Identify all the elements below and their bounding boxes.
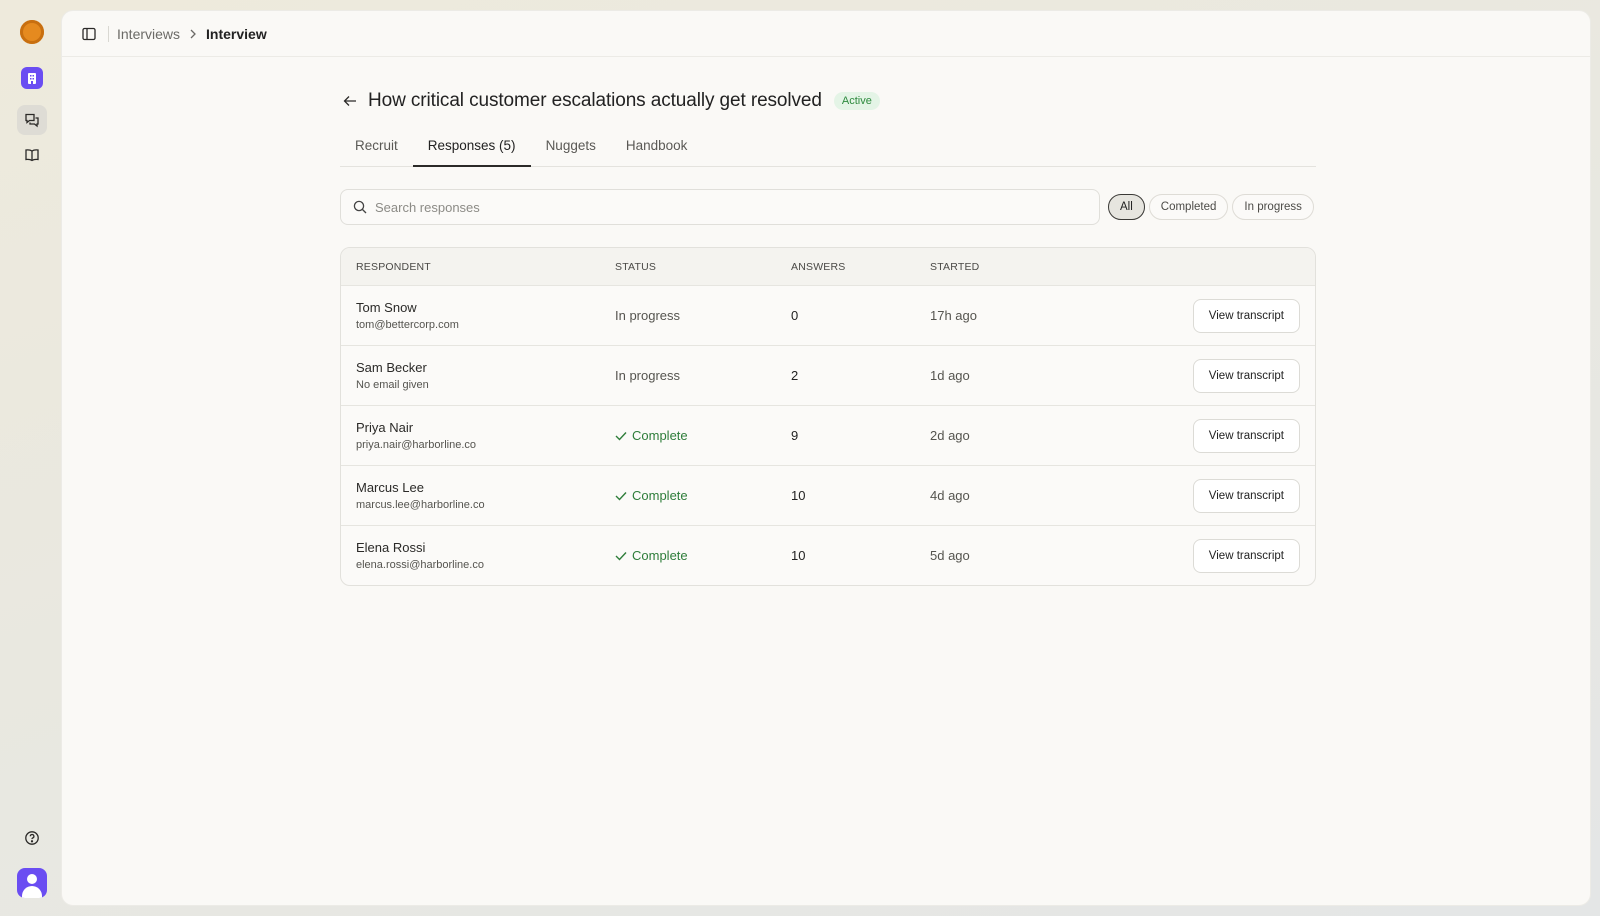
view-transcript-button[interactable]: View transcript [1192,418,1300,453]
column-answers: ANSWERS [791,260,846,273]
page-title: How critical customer escalations actual… [368,90,822,111]
table-header: RESPONDENT STATUS ANSWERS STARTED [341,248,1315,286]
tab-handbook[interactable]: Handbook [611,133,703,167]
started-time: 1d ago [930,367,970,383]
handbook-icon[interactable] [17,140,47,170]
started-time: 2d ago [930,427,970,443]
top-bar: Interviews Interview [62,11,1590,57]
app-rail [0,0,62,916]
answers-count: 2 [791,367,799,383]
column-started: STARTED [930,260,980,273]
respondent-name: Priya Nair [356,420,414,435]
view-transcript-button[interactable]: View transcript [1192,298,1300,333]
interview-content: How critical customer escalations actual… [340,57,1316,586]
breadcrumb-current: Interview [206,25,267,42]
respondent-email: marcus.lee@harborline.co [356,499,485,511]
table-row: Tom Snow tom@bettercorp.com In progress … [341,286,1315,346]
responses-table: RESPONDENT STATUS ANSWERS STARTED Tom Sn… [340,247,1316,586]
checkmark-icon [615,551,627,561]
status-text: Complete [632,488,688,503]
status-text: In progress [615,368,681,383]
table-row: Priya Nair priya.nair@harborline.co Comp… [341,406,1315,466]
respondent-name: Tom Snow [356,300,417,315]
chevron-right-icon [189,29,197,39]
logo-icon[interactable] [17,17,47,47]
user-avatar[interactable] [17,868,47,898]
view-transcript-button[interactable]: View transcript [1192,358,1300,393]
search-input[interactable] [375,199,1055,215]
status-text: In progress [615,308,681,323]
respondent-email: tom@bettercorp.com [356,319,459,331]
tab-nuggets[interactable]: Nuggets [531,133,611,167]
table-row: Marcus Lee marcus.lee@harborline.co Comp… [341,466,1315,526]
checkmark-icon [615,491,627,501]
conversations-icon[interactable] [17,105,47,135]
tab-bar: Recruit Responses (5) Nuggets Handbook [340,133,1316,167]
view-transcript-button[interactable]: View transcript [1192,478,1300,513]
respondent-email: priya.nair@harborline.co [356,439,477,451]
divider [108,25,109,42]
respondent-name: Sam Becker [356,360,427,375]
status-badge: Active [833,92,880,110]
filter-completed[interactable]: Completed [1148,194,1229,220]
main-panel: Interviews Interview How critical custom… [61,10,1591,906]
respondent-name: Elena Rossi [356,540,426,555]
tab-responses[interactable]: Responses (5) [412,133,531,167]
started-time: 17h ago [930,307,977,323]
respondent-name: Marcus Lee [356,480,424,495]
back-arrow-icon[interactable] [340,91,360,111]
column-respondent: RESPONDENT [356,260,431,273]
status-complete: Complete [615,488,791,503]
search-box [340,189,1100,225]
sidebar-toggle-icon[interactable] [78,23,100,45]
column-status: STATUS [615,260,657,273]
organization-icon[interactable] [17,63,47,93]
filter-row: All Completed In progress [340,189,1316,225]
respondent-email: elena.rossi@harborline.co [356,559,484,571]
started-time: 4d ago [930,487,970,503]
table-row: Elena Rossi elena.rossi@harborline.co Co… [341,526,1315,585]
filter-in-progress[interactable]: In progress [1232,194,1314,220]
status-complete: Complete [615,548,791,563]
status-text: Complete [632,548,688,563]
answers-count: 9 [791,427,799,443]
view-transcript-button[interactable]: View transcript [1192,538,1300,573]
status-complete: Complete [615,428,791,443]
status-text: Complete [632,428,688,443]
answers-count: 0 [791,307,799,323]
answers-count: 10 [791,487,806,503]
breadcrumb-interviews[interactable]: Interviews [117,26,180,42]
checkmark-icon [615,431,627,441]
table-row: Sam Becker No email given In progress 2 … [341,346,1315,406]
search-icon [353,200,367,214]
filter-all[interactable]: All [1108,194,1145,220]
help-icon[interactable] [17,823,47,853]
answers-count: 10 [791,547,806,563]
breadcrumb: Interviews Interview [117,26,267,42]
tab-recruit[interactable]: Recruit [340,133,413,167]
respondent-email: No email given [356,379,429,391]
started-time: 5d ago [930,547,970,563]
